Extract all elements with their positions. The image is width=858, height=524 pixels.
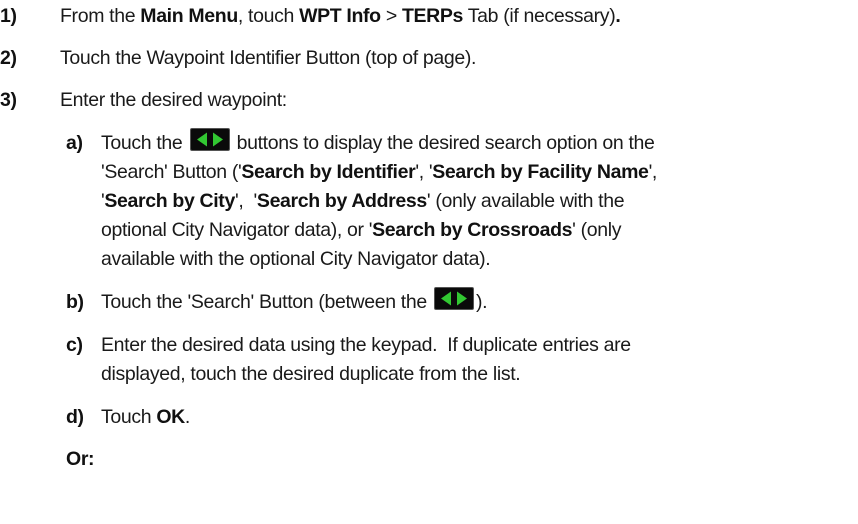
substep-text-line-1: Enter the desired data using the keypad.…: [101, 334, 631, 356]
left-right-arrow-buttons-icon: [433, 287, 474, 310]
step-text: Touch the Waypoint Identifier Button (to…: [60, 47, 477, 69]
left-right-arrow-buttons-icon: [189, 128, 230, 151]
step-number: 2): [0, 47, 17, 69]
substep-text: Touch OK.: [101, 406, 190, 428]
substep-text-line-2: 'Search' Button ('Search by Identifier',…: [101, 161, 658, 183]
step-number: 1): [0, 5, 17, 27]
substep-text-line-2: displayed, touch the desired duplicate f…: [101, 363, 521, 385]
step-number: 3): [0, 89, 17, 111]
step-text: Enter the desired waypoint:: [60, 89, 287, 111]
or-label: Or:: [66, 448, 95, 470]
substep-text: Touch the 'Search' Button (between the )…: [101, 287, 488, 318]
instruction-document: 1) From the Main Menu, touch WPT Info > …: [0, 0, 858, 524]
substep-text-line-1: Touch the buttons to display the desired…: [101, 128, 655, 159]
substep-text-line-3: 'Search by City', 'Search by Address' (o…: [101, 190, 625, 212]
substep-text-line-5: available with the optional City Navigat…: [101, 248, 491, 270]
step-text: From the Main Menu, touch WPT Info > TER…: [60, 5, 621, 27]
substep-text-line-4: optional City Navigator data), or 'Searc…: [101, 219, 622, 241]
